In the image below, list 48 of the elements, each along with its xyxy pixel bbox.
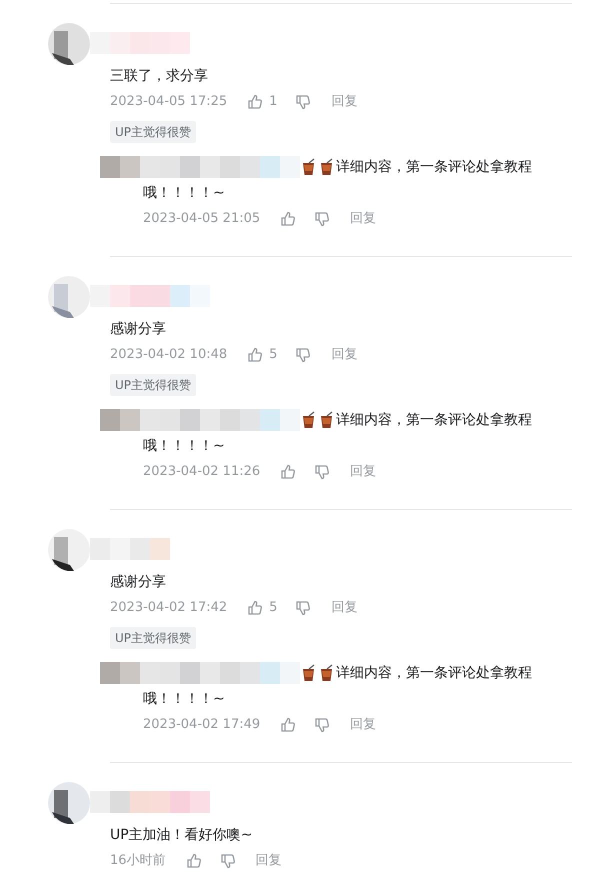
comment-text: 三联了，求分享 xyxy=(110,66,209,86)
comment-time: 2023-04-05 17:25 xyxy=(110,93,228,112)
comment-time: 2023-04-02 10:48 xyxy=(110,346,228,364)
reply-text: 详细内容，第一条评论处拿教程 xyxy=(336,158,532,176)
comment-text: 感谢分享 xyxy=(110,320,167,338)
thumbs-up-icon[interactable] xyxy=(186,853,202,869)
thumbs-up-icon[interactable] xyxy=(247,94,264,110)
thumbs-up-icon[interactable] xyxy=(247,347,264,363)
like-count: 1 xyxy=(269,93,278,112)
thumbs-down-icon[interactable] xyxy=(314,211,330,227)
reply-link[interactable]: 回复 xyxy=(350,462,376,482)
up-liked-badge: UP主觉得很赞 xyxy=(110,374,196,396)
reply-link[interactable]: 回复 xyxy=(350,209,376,229)
reply-link[interactable]: 回复 xyxy=(256,851,282,871)
thumbs-up-icon[interactable] xyxy=(280,717,296,733)
thumbs-down-icon[interactable] xyxy=(314,717,330,733)
avatar-drawing xyxy=(48,782,90,824)
thumbs-down-icon[interactable] xyxy=(220,853,236,869)
avatar-drawing xyxy=(48,23,90,65)
up-liked-badge: UP主觉得很赞 xyxy=(110,121,196,143)
comment-time: 2023-04-02 11:26 xyxy=(143,463,260,482)
up-liked-badge: UP主觉得很赞 xyxy=(110,627,196,649)
like-count: 5 xyxy=(269,346,278,364)
reply-link[interactable]: 回复 xyxy=(350,715,376,735)
thumbs-up-icon[interactable] xyxy=(280,211,296,227)
reply-text: 哦！！！！~ xyxy=(143,184,226,202)
thumbs-down-icon[interactable] xyxy=(314,464,330,480)
thumbs-down-icon[interactable] xyxy=(295,600,312,616)
reply-text: 详细内容，第一条评论处拿教程 xyxy=(336,664,532,682)
comment-text: 感谢分享 xyxy=(110,572,167,592)
thumbs-down-icon[interactable] xyxy=(295,94,312,110)
comment-time: 2023-04-02 17:49 xyxy=(143,716,260,734)
comment-time: 16小时前 xyxy=(110,852,166,870)
reply-link[interactable]: 回复 xyxy=(331,345,358,365)
avatar-drawing xyxy=(48,529,90,571)
comment-time: 2023-04-02 17:42 xyxy=(110,599,228,618)
reply-link[interactable]: 回复 xyxy=(331,92,358,112)
comment-text: UP主加油！看好你噢~ xyxy=(110,826,254,844)
thumbs-down-icon[interactable] xyxy=(295,347,312,363)
like-count: 5 xyxy=(269,599,278,618)
avatar-drawing xyxy=(48,276,90,318)
reply-text: 哦！！！！~ xyxy=(143,436,226,456)
thumbs-up-icon[interactable] xyxy=(247,600,264,616)
reply-text: 详细内容，第一条评论处拿教程 xyxy=(336,410,532,430)
comment-time: 2023-04-05 21:05 xyxy=(143,210,260,228)
reply-link[interactable]: 回复 xyxy=(331,598,358,618)
reply-text: 哦！！！！~ xyxy=(143,690,226,708)
thumbs-up-icon[interactable] xyxy=(280,464,296,480)
